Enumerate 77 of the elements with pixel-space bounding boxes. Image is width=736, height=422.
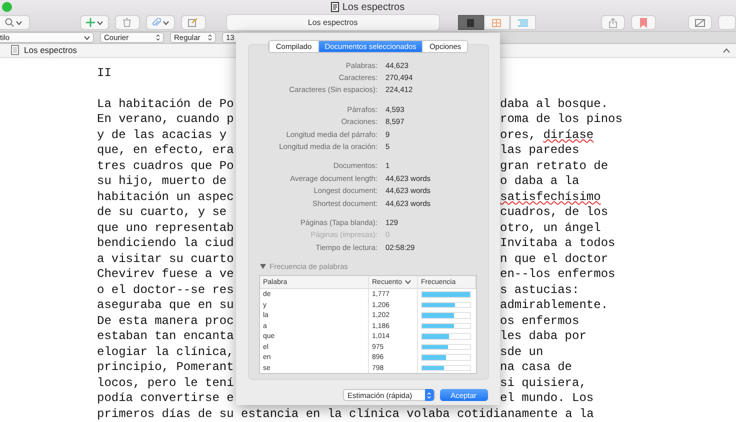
text-line: habitación un aspec [97, 190, 234, 205]
caret-icon [84, 36, 90, 40]
text-line: ores, diríase [500, 128, 594, 143]
sort-caret-icon [404, 280, 411, 284]
bookmark-icon [640, 18, 647, 28]
search-icon [4, 18, 14, 27]
toolbar-button[interactable] [718, 15, 736, 30]
text-line: otro, un ángel [500, 220, 601, 236]
text-line: sde un [500, 344, 544, 360]
trash-button[interactable] [115, 15, 140, 30]
outline-icon [518, 18, 528, 26]
text-line: primeros días de su estancia en la clínica volaba cotidianamente a la [97, 406, 594, 422]
text-line: tres cuadros que Po [97, 158, 234, 174]
paperclip-icon [152, 18, 161, 27]
document-icon [331, 2, 340, 12]
text-line: gran retrato de [500, 158, 608, 174]
edit-button[interactable] [181, 15, 206, 30]
grid-icon [492, 18, 502, 26]
share-button[interactable] [600, 15, 626, 30]
text-line: las paredes [500, 143, 580, 158]
text-line: o el doctor--se res [97, 282, 234, 298]
trash-icon [123, 18, 132, 27]
text-line: y de las acacias y [97, 128, 227, 143]
text-line: el mundo. Los [500, 391, 594, 406]
text-line: aseguraba que en su [97, 298, 234, 314]
text-line: elogiar la clínica, [97, 344, 234, 360]
text-line: o daba a la [500, 174, 580, 190]
text-line: En verano, cuando p [97, 112, 234, 128]
text-line: principio, Pomerant [97, 360, 234, 376]
bookmark-button[interactable] [631, 15, 656, 30]
plus-icon [86, 18, 96, 27]
chapter-heading: II [97, 66, 112, 81]
text-line: Chevirev fuese a ve [97, 267, 234, 282]
search-button[interactable] [0, 15, 30, 30]
text-line: cuadros, de los [500, 205, 608, 220]
text-line: na casa de [500, 360, 572, 376]
text-line: admirablemente. [500, 298, 608, 314]
text-line: que uno representab [97, 220, 234, 236]
caret-icon [97, 20, 104, 24]
text-line: bendiciendo la ciud [97, 236, 234, 252]
view-mode-button[interactable] [458, 15, 484, 30]
text-line: locos, pero le tení [97, 376, 234, 391]
page-icon [467, 18, 474, 26]
disclosure-triangle-icon[interactable] [260, 264, 266, 270]
text-line: a visitar su cuarto [97, 252, 234, 267]
text-line: les daba por [500, 329, 586, 344]
up-down-icon [427, 392, 431, 398]
text-line: su hijo, muerto de [97, 174, 227, 190]
text-line: si quisiera, [500, 376, 586, 391]
attach-button[interactable] [146, 15, 176, 30]
inspector-button[interactable] [688, 15, 712, 30]
text-line: podía convertirse e [97, 391, 234, 406]
text-line: estaban tan encanta [97, 329, 234, 344]
text-line: roma de los pinos [500, 112, 622, 128]
image-icon [695, 18, 706, 26]
text-line: os enfermos [500, 314, 580, 329]
add-button[interactable] [80, 15, 110, 30]
document-header-title: Los espectros [24, 45, 77, 56]
document-title-field[interactable]: Los espectros [226, 14, 440, 31]
share-icon [609, 18, 617, 28]
text-line: La habitación de Po [97, 96, 234, 112]
text-line: Invitaba a todos [500, 236, 616, 252]
caret-icon [16, 20, 22, 24]
up-down-icon [208, 34, 212, 42]
text-line: satisfechísimo [500, 190, 601, 205]
text-line: De esta manera proc [97, 314, 234, 329]
pencil-square-icon [188, 18, 198, 27]
text-line: n que el doctor [500, 252, 608, 267]
text-line: daba al bosque. [500, 96, 608, 112]
text-line: de su cuarto, y se [97, 205, 227, 220]
text-line: en--los enfermos [500, 267, 616, 282]
text-line: s astucias: [500, 282, 580, 298]
chevron-up-icon[interactable] [723, 48, 730, 53]
window-title: Los espectros [331, 2, 405, 12]
up-down-icon [156, 34, 160, 42]
text-line: que, en efecto, era [97, 143, 234, 158]
caret-icon [162, 20, 169, 24]
